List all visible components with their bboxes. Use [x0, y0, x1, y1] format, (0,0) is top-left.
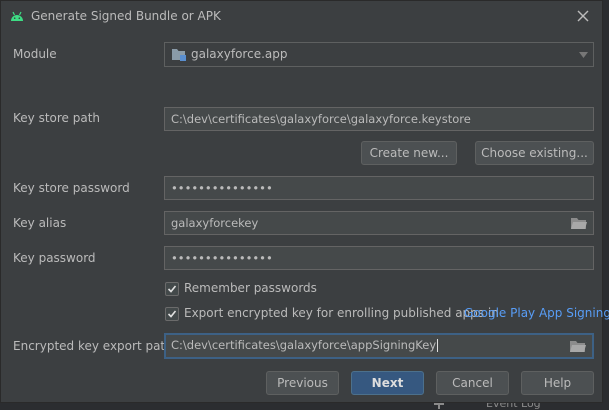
folder-icon[interactable] [570, 340, 586, 352]
key-password-value: ••••••••••••••• [171, 251, 273, 265]
tool-window-icon [434, 403, 444, 409]
key-password-input[interactable]: ••••••••••••••• [164, 246, 594, 270]
key-alias-input[interactable]: galaxyforcekey [164, 211, 594, 235]
folder-icon[interactable] [571, 217, 587, 229]
encrypted-key-export-path-input[interactable]: C:\dev\certificates\galaxyforce\appSigni… [164, 333, 594, 359]
dialog-title: Generate Signed Bundle or APK [31, 9, 221, 23]
module-value: galaxyforce.app [191, 47, 288, 61]
checkmark-icon [167, 285, 177, 293]
encrypted-key-export-path-value: C:\dev\certificates\galaxyforce\appSigni… [171, 338, 437, 352]
chevron-down-icon [579, 52, 588, 58]
key-store-path-label: Key store path [13, 111, 101, 125]
text-caret [437, 339, 439, 352]
choose-existing-button[interactable]: Choose existing... [475, 141, 594, 165]
create-new-button[interactable]: Create new... [361, 141, 457, 165]
help-button[interactable]: Help [521, 371, 594, 395]
remember-passwords-checkbox[interactable] [165, 282, 179, 296]
background-ide: Event Log [0, 397, 609, 410]
generate-signed-bundle-dialog: Generate Signed Bundle or APK Module gal… [0, 0, 609, 403]
close-icon[interactable] [576, 9, 590, 23]
export-encrypted-key-checkbox[interactable] [165, 307, 179, 321]
module-select[interactable]: galaxyforce.app [164, 42, 594, 67]
key-store-password-input[interactable]: ••••••••••••••• [164, 176, 594, 200]
cancel-button[interactable]: Cancel [436, 371, 509, 395]
key-store-path-input[interactable]: C:\dev\certificates\galaxyforce\galaxyfo… [164, 107, 594, 131]
google-play-app-signing-link[interactable]: Google Play App Signing [464, 306, 609, 320]
key-alias-label: Key alias [13, 216, 67, 230]
key-store-path-value: C:\dev\certificates\galaxyforce\galaxyfo… [171, 112, 471, 126]
encrypted-key-export-path-label: Encrypted key export path [13, 339, 173, 353]
export-encrypted-key-label: Export encrypted key for enrolling publi… [184, 306, 499, 320]
remember-passwords-label: Remember passwords [184, 281, 317, 295]
key-password-label: Key password [13, 251, 96, 265]
module-label: Module [13, 47, 57, 61]
key-alias-value: galaxyforcekey [171, 216, 259, 230]
key-store-password-label: Key store password [13, 181, 130, 195]
next-button[interactable]: Next [351, 371, 424, 395]
previous-button[interactable]: Previous [266, 371, 339, 395]
title-bar: Generate Signed Bundle or APK [1, 1, 602, 31]
module-folder-icon [172, 49, 186, 61]
checkmark-icon [167, 310, 177, 318]
android-icon [11, 11, 23, 21]
key-store-password-value: ••••••••••••••• [171, 181, 273, 195]
